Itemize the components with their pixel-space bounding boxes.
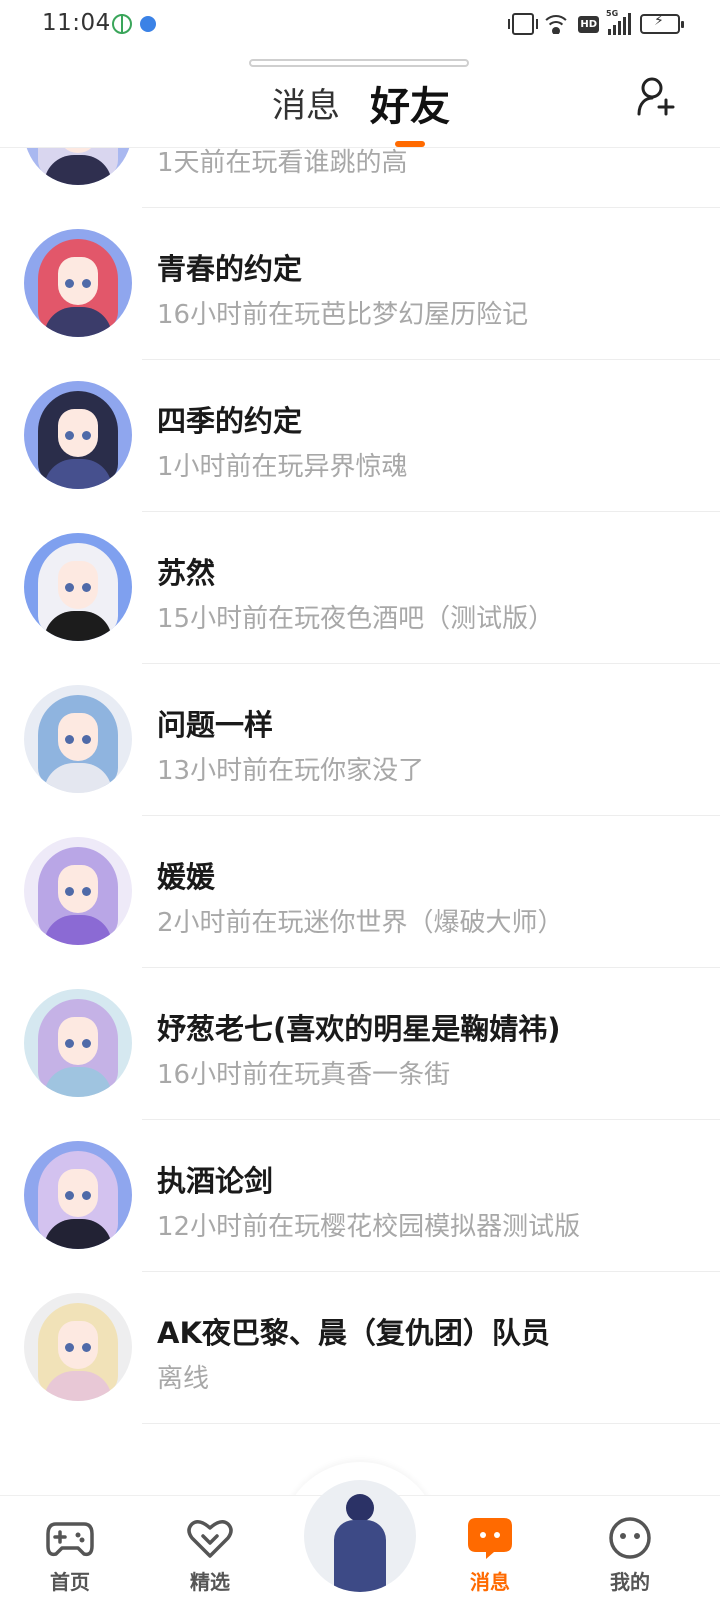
friend-status: 16小时前在玩芭比梦幻屋历险记 — [157, 300, 529, 330]
anime-avatar-blue-hair[interactable] — [24, 685, 132, 793]
friend-name: 青春的约定 — [157, 252, 303, 286]
tab-messages[interactable]: 消息 — [272, 78, 340, 127]
nav-me-label: 我的 — [610, 1570, 650, 1594]
anime-avatar-lilac-hair[interactable] — [24, 1141, 132, 1249]
friend-status: 1天前在玩看谁跳的高 — [157, 148, 408, 178]
nav-featured[interactable]: 精选 — [160, 1516, 260, 1606]
status-icons: HD 5G — [508, 9, 684, 36]
character-avatar-button[interactable] — [304, 1480, 416, 1592]
globe-icon — [112, 14, 132, 34]
friend-row[interactable]: 问题一样 13小时前在玩你家没了 — [0, 660, 720, 816]
browser-icon — [140, 16, 156, 32]
friend-row[interactable]: 苏然 15小时前在玩夜色酒吧（测试版） — [0, 508, 720, 664]
friend-name: 执酒论剑 — [157, 1164, 274, 1198]
gamepad-icon — [46, 1522, 94, 1557]
friend-list[interactable]: 半泽唯1天前在玩看谁跳的高青春的约定 16小时前在玩芭比梦幻屋历险记四季的约定 1小… — [0, 148, 720, 1495]
friend-name: 四季的约定 — [157, 404, 303, 438]
friend-status: 15小时前在玩夜色酒吧（测试版） — [157, 604, 555, 634]
battery-charging-icon — [640, 13, 684, 34]
active-tab-indicator — [395, 141, 425, 147]
anime-avatar-white-hair-sunglasses[interactable] — [24, 533, 132, 641]
friend-status: 1小时前在玩异界惊魂 — [157, 452, 408, 482]
heart-icon — [187, 1520, 233, 1558]
friend-name: 问题一样 — [157, 708, 274, 742]
nav-home-label: 首页 — [50, 1570, 90, 1594]
anime-avatar-dark-hair-horns[interactable] — [24, 381, 132, 489]
character-avatar-icon — [346, 1494, 374, 1522]
network-type: 5G — [606, 9, 619, 18]
friend-row[interactable]: 执酒论剑 12小时前在玩樱花校园模拟器测试版 — [0, 1116, 720, 1272]
friend-name: 妤葱老七(喜欢的明星是鞠婧祎) — [157, 1012, 561, 1046]
friend-row[interactable]: 半泽唯1天前在玩看谁跳的高 — [0, 148, 720, 208]
signal-icon: 5G — [606, 9, 631, 35]
anime-avatar-blonde-chibi[interactable] — [24, 1293, 132, 1401]
anime-avatar-red-hair[interactable] — [24, 229, 132, 337]
nav-home[interactable]: 首页 — [20, 1516, 120, 1606]
friend-name: AK夜巴黎、晨（复仇团）队员 — [157, 1316, 550, 1350]
friend-status: 12小时前在玩樱花校园模拟器测试版 — [157, 1212, 581, 1242]
row-divider — [142, 1423, 720, 1424]
chat-bubble-icon — [468, 1518, 512, 1559]
nav-me[interactable]: 我的 — [580, 1516, 680, 1606]
status-bar: 11:04 HD 5G — [0, 0, 720, 48]
friend-row[interactable]: AK夜巴黎、晨（复仇团）队员离线 — [0, 1268, 720, 1424]
hd-badge: HD — [578, 15, 599, 33]
friend-name: 媛媛 — [157, 860, 216, 894]
anime-avatar-silver-hair[interactable] — [24, 148, 132, 185]
friend-row[interactable]: 四季的约定 1小时前在玩异界惊魂 — [0, 356, 720, 512]
friend-status: 13小时前在玩你家没了 — [157, 756, 425, 786]
drag-handle[interactable] — [249, 59, 469, 67]
add-friend-icon[interactable] — [636, 76, 678, 118]
friend-status: 2小时前在玩迷你世界（爆破大师） — [157, 908, 564, 938]
tab-friends[interactable]: 好友 — [370, 74, 450, 132]
friend-row[interactable]: 媛媛 2小时前在玩迷你世界（爆破大师） — [0, 812, 720, 968]
smiley-face-icon — [609, 1517, 651, 1559]
nav-messages[interactable]: 消息 — [440, 1516, 540, 1606]
status-time: 11:04 — [42, 10, 111, 36]
friend-status: 16小时前在玩真香一条街 — [157, 1060, 451, 1090]
friend-row[interactable]: 妤葱老七(喜欢的明星是鞠婧祎) 16小时前在玩真香一条街 — [0, 964, 720, 1120]
friend-row[interactable]: 青春的约定 16小时前在玩芭比梦幻屋历险记 — [0, 204, 720, 360]
friend-status: 离线 — [157, 1364, 210, 1394]
vibrate-icon — [508, 13, 539, 35]
header: 消息 好友 — [0, 48, 720, 148]
anime-avatar-purple-braid[interactable] — [24, 989, 132, 1097]
wifi-icon — [543, 14, 570, 34]
nav-featured-label: 精选 — [190, 1570, 230, 1594]
friend-name: 苏然 — [157, 556, 216, 590]
nav-messages-label: 消息 — [470, 1570, 510, 1594]
anime-avatar-lavender-hair[interactable] — [24, 837, 132, 945]
